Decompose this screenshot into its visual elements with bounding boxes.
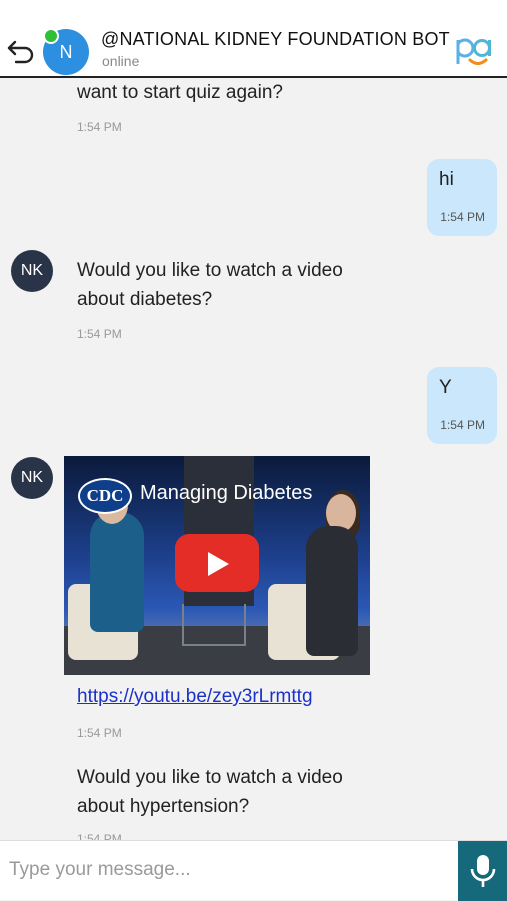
back-arrow-icon[interactable]: [6, 37, 36, 67]
user-message-bubble: Y 1:54 PM: [427, 367, 497, 444]
user-message-text: Y: [439, 377, 452, 398]
speaker-right: [306, 526, 358, 656]
mic-button[interactable]: [458, 841, 507, 901]
user-message-text: hi: [439, 169, 454, 190]
cdc-logo: CDC: [78, 478, 132, 514]
bot-message-text: Would you like to watch a video: [77, 767, 343, 788]
message-time: 1:54 PM: [77, 832, 122, 840]
message-time: 1:54 PM: [77, 327, 122, 341]
video-title: Managing Diabetes: [140, 482, 313, 504]
message-time: 1:54 PM: [440, 418, 485, 432]
bot-message-text: Would you like to watch a video: [77, 260, 343, 281]
chat-header: N @NATIONAL KIDNEY FOUNDATION BOT online: [0, 0, 507, 78]
message-time: 1:54 PM: [77, 726, 122, 740]
message-input[interactable]: Type your message...: [9, 859, 191, 881]
bot-message-text: about diabetes?: [77, 289, 213, 310]
bot-avatar-nk: NK: [11, 250, 53, 292]
message-time: 1:54 PM: [440, 210, 485, 224]
message-list[interactable]: want to start quiz again? 1:54 PM hi 1:5…: [0, 78, 507, 840]
user-message-bubble: hi 1:54 PM: [427, 159, 497, 236]
message-composer: Type your message...: [0, 840, 507, 901]
online-indicator: [43, 28, 59, 44]
bot-message-text: want to start quiz again?: [77, 82, 283, 103]
microphone-icon: [470, 855, 496, 887]
play-icon[interactable]: [175, 534, 259, 592]
app-logo: [452, 30, 498, 70]
video-thumbnail[interactable]: CDC Managing Diabetes: [64, 456, 370, 675]
chat-status: online: [102, 53, 140, 69]
chat-title: @NATIONAL KIDNEY FOUNDATION BOT: [101, 29, 450, 49]
message-time: 1:54 PM: [77, 120, 122, 134]
video-link[interactable]: https://youtu.be/zey3rLrmttg: [77, 686, 313, 708]
speaker-left: [90, 512, 144, 632]
bot-avatar-nk: NK: [11, 457, 53, 499]
bot-message-text: about hypertension?: [77, 796, 250, 817]
